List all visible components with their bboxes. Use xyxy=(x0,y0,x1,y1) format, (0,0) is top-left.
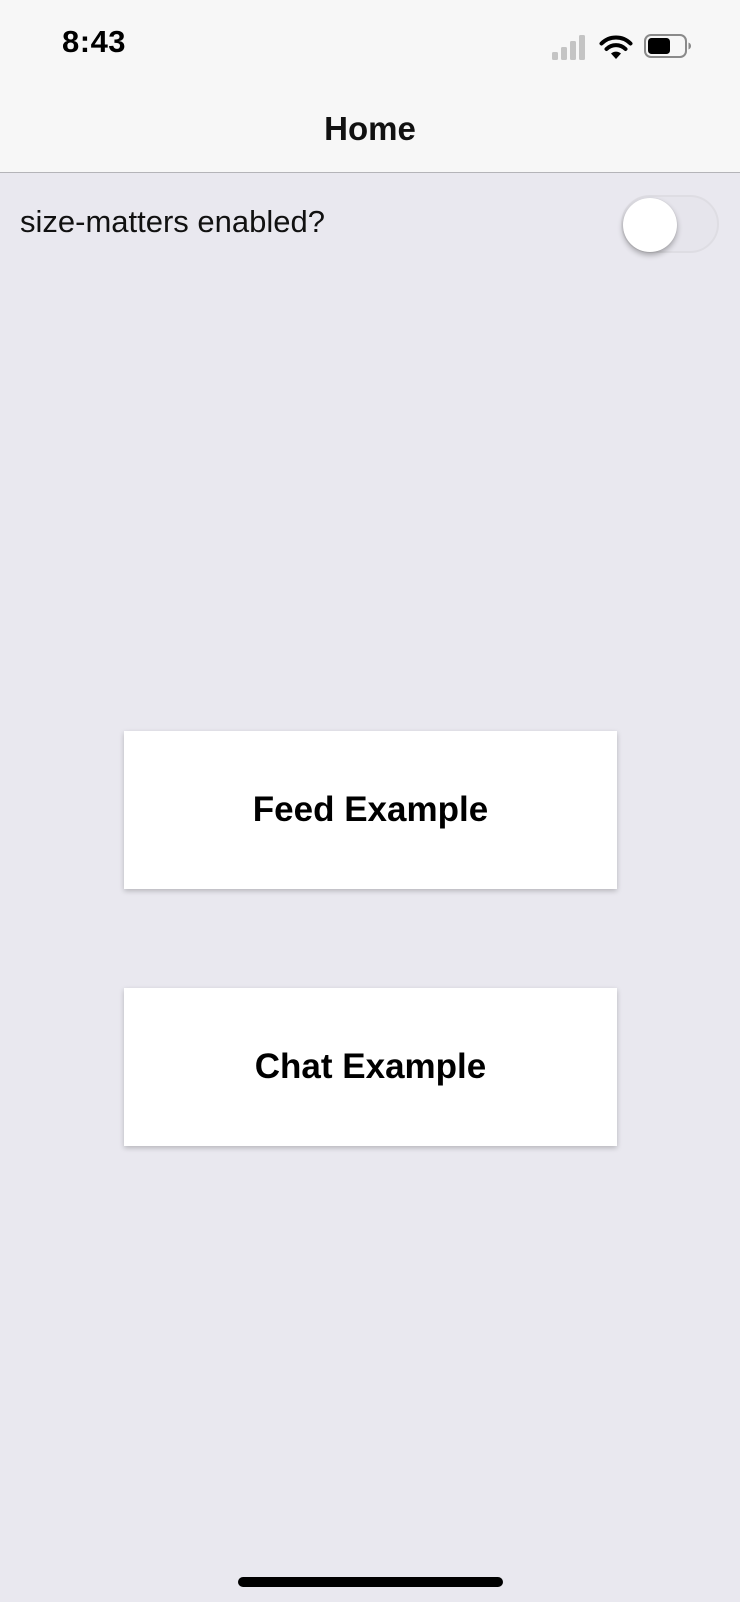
chat-example-button[interactable]: Chat Example xyxy=(124,988,617,1146)
size-matters-setting-row: size-matters enabled? xyxy=(0,173,740,273)
cellular-signal-icon xyxy=(552,35,585,60)
page-title: Home xyxy=(324,110,416,147)
navigation-bar: Home xyxy=(0,88,740,173)
chat-example-label: Chat Example xyxy=(254,1047,487,1086)
feed-example-button[interactable]: Feed Example xyxy=(124,731,617,889)
battery-icon xyxy=(644,34,691,58)
feed-example-label: Feed Example xyxy=(252,790,489,829)
status-bar: 8:43 xyxy=(0,0,740,88)
wifi-icon xyxy=(599,35,633,59)
status-icons xyxy=(550,32,710,62)
size-matters-toggle[interactable] xyxy=(621,195,719,253)
size-matters-toggle-label: size-matters enabled? xyxy=(20,204,325,239)
toggle-knob[interactable] xyxy=(623,198,677,252)
status-time: 8:43 xyxy=(62,24,127,59)
home-indicator[interactable] xyxy=(238,1577,503,1587)
